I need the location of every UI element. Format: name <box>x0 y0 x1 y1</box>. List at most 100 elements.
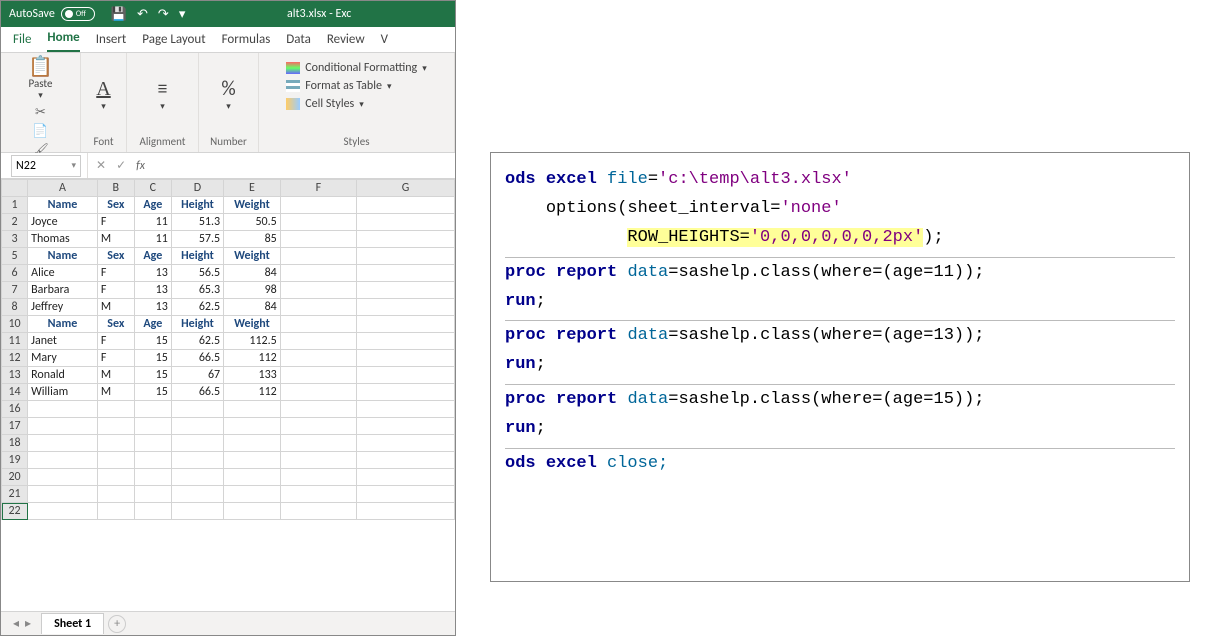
cell[interactable]: 66.5 <box>171 350 223 367</box>
cell[interactable] <box>280 401 356 418</box>
cell[interactable] <box>280 350 356 367</box>
table-row[interactable]: 16 <box>2 401 455 418</box>
row-header[interactable]: 12 <box>2 350 28 367</box>
new-sheet-button[interactable]: + <box>108 615 126 633</box>
save-icon[interactable]: 💾 <box>111 7 127 22</box>
table-row[interactable]: 17 <box>2 418 455 435</box>
undo-icon[interactable]: ↶ <box>137 7 148 22</box>
cell[interactable]: 51.3 <box>171 214 223 231</box>
cell[interactable]: 62.5 <box>171 299 223 316</box>
cell[interactable]: Sex <box>97 197 134 214</box>
row-header[interactable]: 16 <box>2 401 28 418</box>
col-hdr[interactable]: A <box>28 180 98 197</box>
cell[interactable] <box>134 469 171 486</box>
cell[interactable]: F <box>97 214 134 231</box>
cell[interactable] <box>280 299 356 316</box>
cell[interactable] <box>356 333 454 350</box>
cell[interactable] <box>356 197 454 214</box>
cell[interactable]: Jeffrey <box>28 299 98 316</box>
table-row[interactable]: 14WilliamM1566.5112 <box>2 384 455 401</box>
cell[interactable]: 56.5 <box>171 265 223 282</box>
row-header[interactable]: 7 <box>2 282 28 299</box>
cell[interactable]: F <box>97 350 134 367</box>
cell[interactable] <box>280 333 356 350</box>
enter-icon[interactable]: ✓ <box>116 158 126 173</box>
cancel-icon[interactable]: ✕ <box>96 158 106 173</box>
cell[interactable] <box>280 503 356 520</box>
table-row[interactable]: 20 <box>2 469 455 486</box>
col-hdr[interactable]: C <box>134 180 171 197</box>
cell[interactable]: Barbara <box>28 282 98 299</box>
cell[interactable]: 50.5 <box>224 214 281 231</box>
toggle-switch[interactable]: Off <box>61 7 95 21</box>
next-sheet-icon[interactable]: ▸ <box>25 616 31 631</box>
cell[interactable]: 15 <box>134 384 171 401</box>
cell[interactable] <box>134 435 171 452</box>
cell[interactable]: Sex <box>97 316 134 333</box>
cell[interactable] <box>280 316 356 333</box>
cell[interactable] <box>356 214 454 231</box>
cell[interactable]: Mary <box>28 350 98 367</box>
cell[interactable] <box>134 486 171 503</box>
cell[interactable]: Height <box>171 316 223 333</box>
cell[interactable] <box>280 452 356 469</box>
cell[interactable] <box>356 469 454 486</box>
table-row[interactable]: 2JoyceF1151.350.5 <box>2 214 455 231</box>
row-header[interactable]: 18 <box>2 435 28 452</box>
table-row[interactable]: 5NameSexAgeHeightWeight <box>2 248 455 265</box>
cell[interactable] <box>224 401 281 418</box>
tab-view[interactable]: V <box>381 29 388 52</box>
tab-data[interactable]: Data <box>286 29 311 52</box>
cell[interactable] <box>356 248 454 265</box>
cell[interactable]: Thomas <box>28 231 98 248</box>
cell[interactable] <box>28 503 98 520</box>
table-row[interactable]: 18 <box>2 435 455 452</box>
cell[interactable] <box>356 486 454 503</box>
cell[interactable]: 15 <box>134 350 171 367</box>
cell[interactable] <box>224 418 281 435</box>
cell[interactable] <box>280 435 356 452</box>
table-row[interactable]: 21 <box>2 486 455 503</box>
row-header[interactable]: 3 <box>2 231 28 248</box>
cell[interactable] <box>28 435 98 452</box>
table-row[interactable]: 6AliceF1356.584 <box>2 265 455 282</box>
cell[interactable] <box>134 418 171 435</box>
cell[interactable] <box>356 401 454 418</box>
cell[interactable]: Name <box>28 316 98 333</box>
cell[interactable]: Height <box>171 197 223 214</box>
cell[interactable]: 15 <box>134 367 171 384</box>
cell[interactable] <box>171 486 223 503</box>
table-row[interactable]: 8JeffreyM1362.584 <box>2 299 455 316</box>
cell[interactable] <box>28 452 98 469</box>
cell[interactable] <box>171 503 223 520</box>
cell[interactable] <box>134 503 171 520</box>
cell[interactable]: 13 <box>134 282 171 299</box>
cell[interactable] <box>224 452 281 469</box>
copy-icon[interactable]: 📄 <box>32 124 48 139</box>
cell[interactable] <box>224 435 281 452</box>
cell[interactable]: M <box>97 367 134 384</box>
row-header[interactable]: 10 <box>2 316 28 333</box>
cell[interactable] <box>356 452 454 469</box>
cell[interactable]: 133 <box>224 367 281 384</box>
cell[interactable] <box>97 486 134 503</box>
cell[interactable] <box>356 265 454 282</box>
chevron-down-icon[interactable]: ▾ <box>38 90 43 101</box>
number-icon[interactable]: % <box>221 79 235 99</box>
cell[interactable]: F <box>97 265 134 282</box>
sheet-tab[interactable]: Sheet 1 <box>41 613 104 634</box>
cell[interactable] <box>224 469 281 486</box>
cell[interactable] <box>280 214 356 231</box>
cell[interactable] <box>28 469 98 486</box>
cell[interactable]: Name <box>28 197 98 214</box>
cell[interactable]: Joyce <box>28 214 98 231</box>
cell[interactable] <box>280 282 356 299</box>
cell[interactable]: M <box>97 384 134 401</box>
cut-icon[interactable]: ✂ <box>35 105 46 120</box>
cell[interactable] <box>356 350 454 367</box>
tab-page-layout[interactable]: Page Layout <box>142 29 205 52</box>
tab-insert[interactable]: Insert <box>96 29 127 52</box>
cell[interactable]: 112.5 <box>224 333 281 350</box>
conditional-formatting-button[interactable]: Conditional Formatting ▾ <box>286 61 426 75</box>
row-header[interactable]: 21 <box>2 486 28 503</box>
